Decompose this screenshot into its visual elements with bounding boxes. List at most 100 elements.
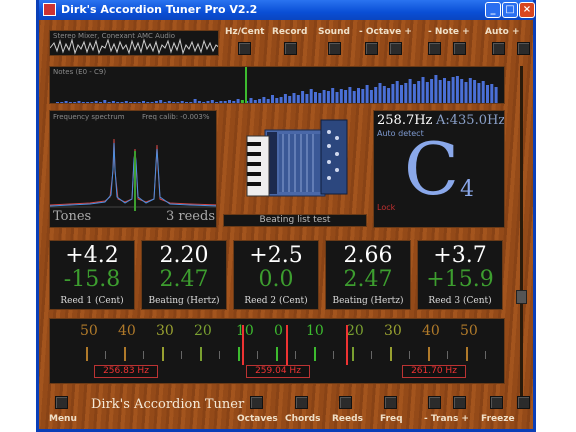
note-up-button[interactable] — [453, 42, 466, 55]
notes-bar — [86, 102, 90, 103]
notes-bar — [262, 97, 266, 103]
notes-bar — [395, 81, 399, 103]
notes-bar — [129, 102, 133, 103]
scale-minor-tick — [371, 351, 372, 359]
notes-panel: Notes (E0 - C9) — [49, 66, 505, 104]
hz-cent-button[interactable] — [238, 42, 251, 55]
lock-label[interactable]: Lock — [377, 203, 395, 212]
vertical-slider-thumb[interactable] — [516, 290, 527, 304]
octave-down-button[interactable] — [365, 42, 378, 55]
notes-bar — [202, 102, 206, 103]
reed3-caption: Reed 3 (Cent) — [428, 296, 492, 306]
maximize-button[interactable]: □ — [502, 2, 518, 18]
input-waveform: Stereo Mixer, Conexant AMC Audio — [49, 30, 219, 56]
record-button[interactable] — [284, 42, 297, 55]
reed3-value: +3.7 — [433, 243, 487, 268]
waveform-trace — [50, 38, 218, 55]
notes-bar — [473, 80, 477, 103]
notes-bar — [120, 102, 124, 103]
chords-button[interactable] — [295, 396, 308, 409]
notes-bar — [107, 102, 111, 103]
reed-needle — [346, 325, 348, 365]
notes-bar — [490, 84, 494, 103]
auto-plus-button[interactable] — [517, 42, 530, 55]
notes-bar — [481, 81, 485, 103]
close-button[interactable]: × — [519, 2, 535, 18]
minimize-button[interactable]: _ — [485, 2, 501, 18]
menu-button[interactable] — [55, 396, 68, 409]
vertical-slider-track[interactable] — [520, 66, 523, 396]
notes-bar — [309, 89, 313, 103]
scale-num-right-30: 30 — [384, 323, 402, 339]
reed3-meter: +3.7 +15.9 Reed 3 (Cent) — [417, 240, 503, 310]
menu-label[interactable]: Menu — [49, 414, 77, 424]
window-title: Dirk's Accordion Tuner Pro V2.2 — [61, 3, 258, 16]
octaves-button[interactable] — [250, 396, 263, 409]
brand-label: Dirk's Accordion Tuner — [91, 397, 245, 412]
auto-button[interactable] — [492, 42, 505, 55]
reed3-secondary: +15.9 — [426, 267, 494, 292]
scale-minor-tick — [105, 351, 106, 359]
scale-num-right-10: 10 — [306, 323, 324, 339]
notes-bar — [468, 78, 472, 103]
reed3-frequency: 261.70 Hz — [402, 365, 466, 378]
octave-label: - Octave + — [359, 27, 412, 37]
hz-cent-label: Hz/Cent — [225, 27, 265, 37]
notes-bar — [438, 80, 442, 103]
notes-bar — [56, 102, 59, 103]
notes-bar — [344, 90, 348, 103]
notes-bar — [486, 85, 489, 103]
beating-list-caption: Beating list test — [223, 214, 367, 227]
notes-bar — [232, 101, 236, 103]
scale-minor-tick — [143, 351, 144, 359]
notes-bar — [369, 90, 373, 103]
notes-bar — [275, 98, 279, 103]
reed2-value: +2.5 — [249, 243, 303, 268]
note-down-button[interactable] — [428, 42, 441, 55]
app-window: Dirk's Accordion Tuner Pro V2.2 _ □ × Hz… — [36, 0, 536, 432]
notes-bar — [283, 94, 287, 103]
notes-bar — [357, 88, 360, 103]
reed2-secondary: 0.0 — [258, 267, 294, 292]
app-icon — [43, 3, 56, 16]
reed-needle — [286, 325, 288, 365]
record-label: Record — [272, 27, 308, 37]
beating1-meter: 2.20 2.47 Beating (Hertz) — [141, 240, 227, 310]
trans-down-button[interactable] — [428, 396, 441, 409]
notes-bar — [73, 102, 77, 103]
reeds-button[interactable] — [339, 396, 352, 409]
notes-bar — [314, 92, 317, 103]
note-letter: C — [404, 127, 460, 211]
notes-bar — [460, 79, 464, 103]
reed2-frequency: 259.04 Hz — [246, 365, 310, 378]
notes-bar — [279, 97, 283, 103]
notes-bar — [133, 102, 137, 103]
freq-button[interactable] — [384, 396, 397, 409]
freeze-button[interactable] — [490, 396, 503, 409]
sound-button[interactable] — [328, 42, 341, 55]
beating1-secondary: 2.47 — [159, 267, 209, 292]
notes-bar — [150, 102, 154, 103]
notes-bar — [176, 102, 180, 103]
notes-bar — [64, 101, 68, 103]
notes-bar — [111, 101, 115, 103]
reed1-secondary: -15.8 — [63, 267, 121, 292]
notes-bar — [382, 86, 386, 103]
notes-bar — [443, 78, 446, 103]
reed1-frequency: 256.83 Hz — [94, 365, 158, 378]
notes-bar — [210, 100, 214, 103]
scale-tick — [466, 347, 468, 361]
freeze-extra-button[interactable] — [517, 396, 530, 409]
octave-up-button[interactable] — [389, 42, 402, 55]
notes-bar — [361, 89, 365, 103]
notes-bar — [180, 101, 184, 103]
scale-num-right-50: 50 — [460, 323, 478, 339]
notes-bar — [292, 93, 296, 103]
notes-bar — [154, 101, 158, 103]
title-bar: Dirk's Accordion Tuner Pro V2.2 _ □ × — [39, 0, 535, 20]
trans-up-button[interactable] — [453, 396, 466, 409]
notes-bar — [408, 79, 412, 103]
notes-bar — [146, 102, 150, 103]
note-label: - Note + — [428, 27, 470, 37]
beating1-value: 2.20 — [159, 243, 209, 268]
